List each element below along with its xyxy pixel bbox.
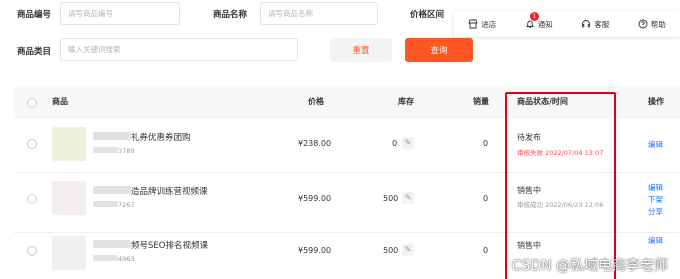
edit-stock-icon[interactable]: ✎ <box>402 137 414 149</box>
product-id-blur <box>93 201 118 207</box>
query-button[interactable]: 查询 <box>405 38 473 62</box>
table-row <box>14 113 680 173</box>
help-label: 帮助 <box>650 19 666 29</box>
help-entry[interactable]: 帮助 <box>638 19 666 30</box>
header-operation: 操作 <box>648 97 664 106</box>
share-link[interactable]: 分享 <box>648 206 663 217</box>
product-name-blur <box>93 186 131 194</box>
product-status: 待发布 <box>517 133 541 142</box>
product-id-blur <box>93 255 118 261</box>
shop-entry[interactable]: 进店 <box>468 19 496 30</box>
edit-link[interactable]: 编辑 <box>648 235 663 246</box>
product-stock: 0 <box>392 139 398 148</box>
top-toolbar: 进店 1 通知 客服 帮助 <box>454 11 680 37</box>
product-name-blur <box>93 240 131 248</box>
product-id-blur <box>93 147 118 153</box>
row-checkbox[interactable] <box>27 139 37 149</box>
edit-link[interactable]: 编辑 <box>648 139 663 150</box>
service-label: 客服 <box>594 19 610 29</box>
delist-link[interactable]: 下架 <box>648 194 663 205</box>
edit-stock-icon[interactable]: ✎ <box>402 244 414 256</box>
product-code-label: 商品编号 <box>17 10 52 20</box>
price-range-label: 价格区间 <box>410 10 445 20</box>
product-name-label: 商品名称 <box>213 10 248 20</box>
product-thumbnail[interactable] <box>52 181 86 215</box>
product-price: ¥599.00 <box>298 246 332 255</box>
header-price: 价格 <box>308 97 324 106</box>
reset-button[interactable]: 重置 <box>330 38 392 62</box>
row-checkbox[interactable] <box>27 246 37 256</box>
customer-service-entry[interactable]: 客服 <box>581 19 609 30</box>
product-name[interactable]: 造品牌训练营视频课 <box>131 185 208 197</box>
header-product: 商品 <box>52 97 68 106</box>
product-id: 4963 <box>118 255 135 263</box>
product-name-blur <box>93 132 131 140</box>
product-stock: 500 <box>383 194 399 203</box>
store-icon <box>468 19 478 29</box>
category-label: 商品类目 <box>17 47 52 57</box>
product-thumbnail[interactable] <box>52 127 86 161</box>
product-sales: 0 <box>483 194 489 203</box>
product-price: ¥238.00 <box>298 139 332 148</box>
csdn-watermark: CSDN @私域电商李老师 <box>511 258 668 274</box>
notification-entry[interactable]: 1 通知 <box>525 11 553 30</box>
product-id: 7267 <box>118 201 135 209</box>
product-sales: 0 <box>483 139 489 148</box>
row-checkbox[interactable] <box>27 194 37 204</box>
header-sales: 销量 <box>473 97 489 106</box>
edit-stock-icon[interactable]: ✎ <box>402 192 414 204</box>
edit-link[interactable]: 编辑 <box>648 182 663 193</box>
product-name[interactable]: 频号SEO排名视频课 <box>131 239 208 251</box>
product-name-input[interactable] <box>260 2 378 25</box>
bell-icon <box>525 20 534 29</box>
product-sales: 0 <box>483 246 489 255</box>
product-price: ¥599.00 <box>298 194 332 203</box>
product-code-input[interactable] <box>60 2 180 25</box>
review-status: 审核失败 2022/07/04 13:07 <box>517 149 604 157</box>
product-status: 销售中 <box>517 241 541 250</box>
notification-badge: 1 <box>529 11 539 21</box>
shop-label: 进店 <box>481 19 497 29</box>
review-status: 审核成功 2022/06/23 12:06 <box>517 201 604 209</box>
product-name[interactable]: 礼券优惠券团购 <box>131 131 191 143</box>
header-status-time: 商品状态/时间 <box>517 97 568 106</box>
help-icon <box>638 19 648 29</box>
notify-label: 通知 <box>537 19 553 29</box>
header-stock: 库存 <box>398 97 414 106</box>
select-all-checkbox[interactable] <box>27 98 37 108</box>
product-status: 销售中 <box>517 186 541 195</box>
product-stock: 500 <box>383 246 399 255</box>
product-thumbnail[interactable] <box>52 236 86 270</box>
category-search-input[interactable] <box>60 38 298 61</box>
product-id: 3789 <box>118 147 135 155</box>
headset-icon <box>582 20 591 28</box>
